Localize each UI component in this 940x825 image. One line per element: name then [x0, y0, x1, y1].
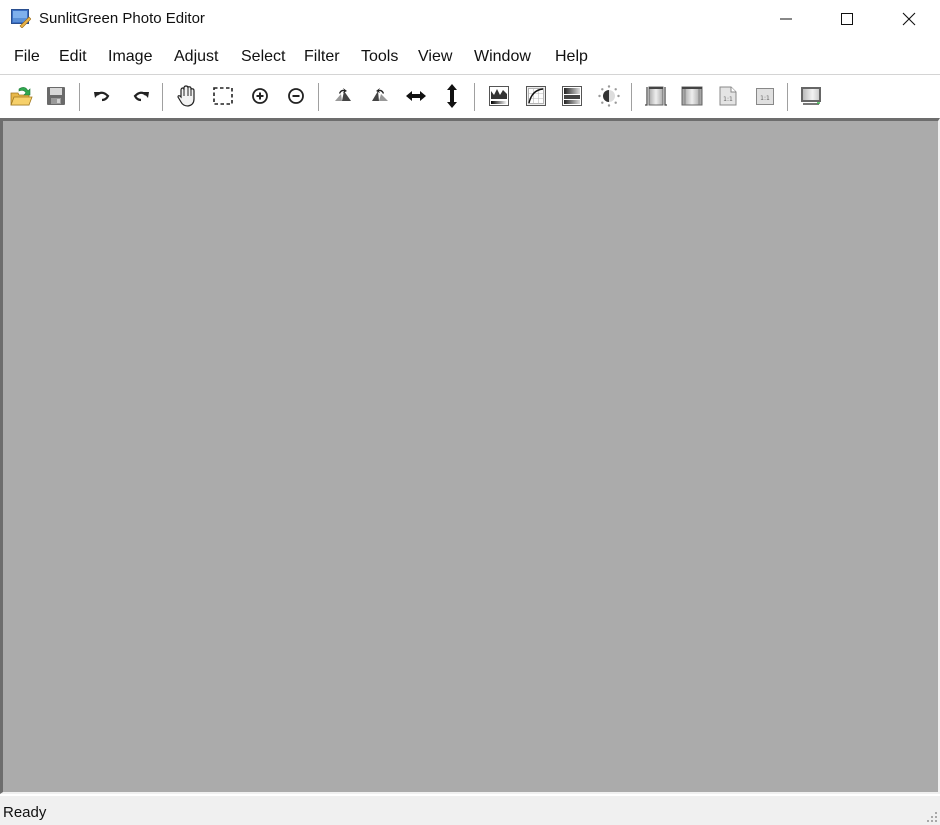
maximize-button[interactable]: [824, 0, 870, 38]
app-icon: [11, 9, 31, 28]
menu-tools[interactable]: Tools: [361, 48, 398, 66]
fullscreen-icon: [801, 87, 821, 105]
save-button[interactable]: [43, 83, 69, 109]
flip-horizontal-button[interactable]: [403, 83, 429, 109]
maximize-icon: [841, 13, 853, 25]
flip-vertical-button[interactable]: [439, 83, 465, 109]
zoom-out-button[interactable]: [283, 83, 309, 109]
rotate-left-icon: [335, 88, 351, 101]
window-title: SunlitGreen Photo Editor: [39, 10, 205, 27]
fit-width-icon: [645, 86, 667, 106]
svg-text:1:1: 1:1: [723, 96, 733, 103]
menu-select[interactable]: Select: [241, 48, 285, 66]
menu-edit[interactable]: Edit: [59, 48, 87, 66]
rotate-right-icon: [372, 88, 388, 101]
select-rect-button[interactable]: [210, 83, 236, 109]
color-balance-button[interactable]: [559, 83, 585, 109]
minimize-icon: [780, 18, 792, 20]
actual-size-page-button[interactable]: 1:1: [715, 83, 741, 109]
menu-view[interactable]: View: [418, 48, 452, 66]
pan-button[interactable]: [174, 83, 200, 109]
menu-adjust[interactable]: Adjust: [174, 48, 218, 66]
menu-bar: File Edit Image Adjust Select Filter Too…: [0, 43, 940, 73]
toolbar-separator: [631, 83, 632, 111]
levels-button[interactable]: [486, 83, 512, 109]
minimize-button[interactable]: [763, 0, 809, 38]
menu-filter[interactable]: Filter: [304, 48, 340, 66]
open-button[interactable]: [8, 83, 34, 109]
actual-size-page-icon: 1:1: [719, 86, 737, 106]
redo-icon: [133, 91, 149, 102]
svg-text:1:1: 1:1: [760, 95, 770, 102]
status-text: Ready: [3, 804, 47, 821]
save-icon: [47, 87, 65, 105]
toolbar-separator: [162, 83, 163, 111]
toolbar-separator: [787, 83, 788, 111]
close-icon: [902, 12, 916, 26]
title-bar: SunlitGreen Photo Editor: [0, 0, 940, 38]
resize-grip-icon[interactable]: [927, 812, 937, 822]
status-bar: Ready: [0, 796, 940, 825]
hand-pan-icon: [177, 85, 195, 107]
brightness-contrast-icon: [598, 85, 620, 107]
menu-file[interactable]: File: [14, 48, 40, 66]
menu-image[interactable]: Image: [108, 48, 152, 66]
flip-vertical-icon: [447, 84, 457, 108]
color-balance-icon: [562, 86, 582, 106]
fit-width-button[interactable]: [643, 83, 669, 109]
undo-icon: [94, 91, 110, 102]
menu-window[interactable]: Window: [474, 48, 531, 66]
brightness-contrast-button[interactable]: [596, 83, 622, 109]
menu-help[interactable]: Help: [555, 48, 588, 66]
zoom-out-icon: [288, 88, 304, 104]
rotate-left-button[interactable]: [330, 83, 356, 109]
zoom-in-button[interactable]: [247, 83, 273, 109]
open-icon: [10, 87, 33, 106]
toolbar-separator: [79, 83, 80, 111]
toolbar: 1:1 1:1: [0, 75, 940, 118]
toolbar-separator: [318, 83, 319, 111]
levels-icon: [489, 86, 509, 106]
fit-window-icon: [681, 86, 703, 106]
curves-button[interactable]: [523, 83, 549, 109]
close-button[interactable]: [886, 0, 932, 38]
undo-button[interactable]: [89, 83, 115, 109]
zoom-in-icon: [252, 88, 268, 104]
rectangle-select-icon: [213, 87, 233, 105]
flip-horizontal-icon: [406, 91, 426, 101]
redo-button[interactable]: [128, 83, 154, 109]
rotate-right-button[interactable]: [367, 83, 393, 109]
image-workspace[interactable]: [0, 118, 940, 794]
fullscreen-button[interactable]: [798, 83, 824, 109]
actual-size-button[interactable]: 1:1: [752, 83, 778, 109]
curves-icon: [526, 86, 546, 106]
actual-size-icon: 1:1: [756, 88, 774, 105]
fit-window-button[interactable]: [679, 83, 705, 109]
toolbar-separator: [474, 83, 475, 111]
